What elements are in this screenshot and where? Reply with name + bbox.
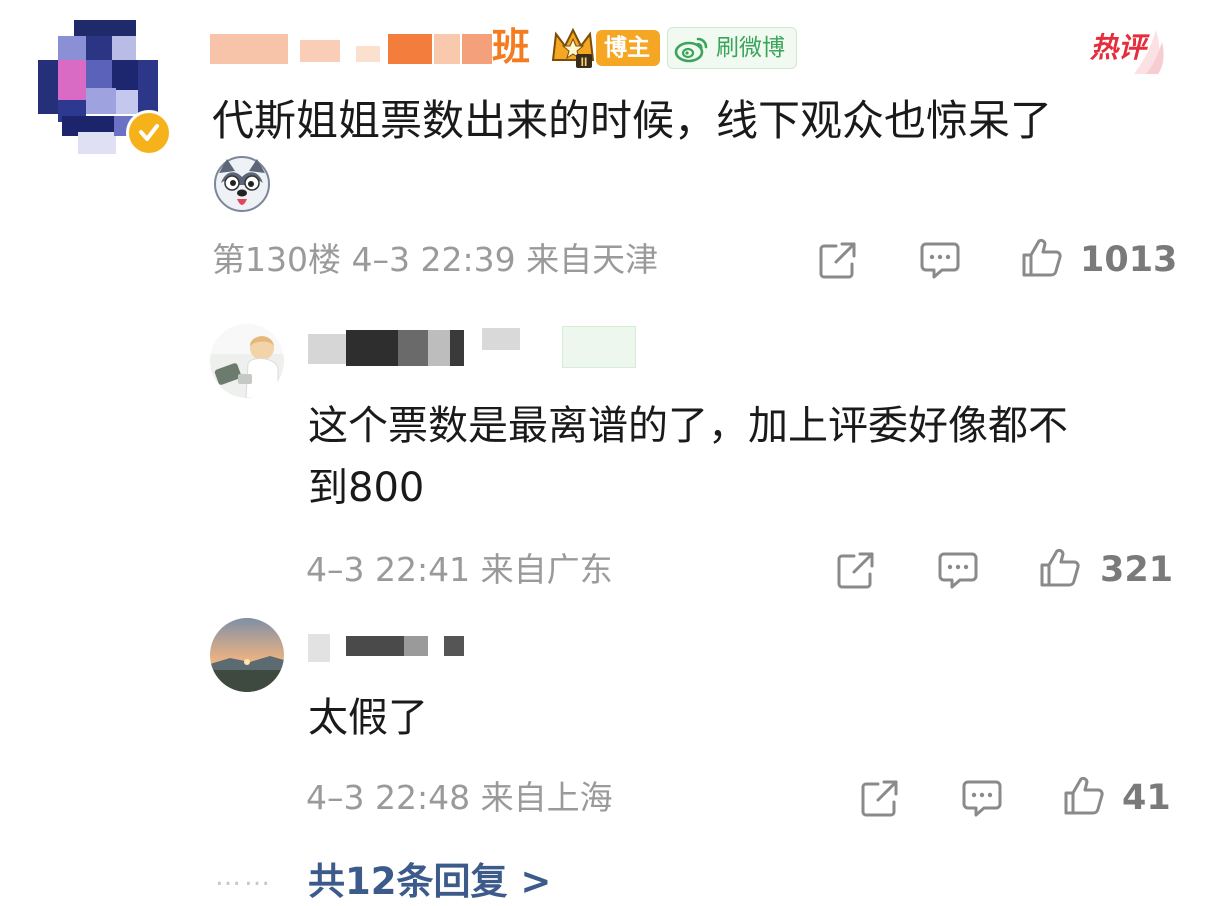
share-icon[interactable]: [858, 776, 902, 820]
username-redacted: [482, 328, 520, 350]
blogger-badge: 博主: [596, 30, 660, 66]
verified-icon: [126, 110, 172, 156]
comment-meta: 第130楼 4–3 22:39 来自天津: [212, 238, 658, 282]
reply-text-line1: 太假了: [308, 695, 428, 741]
comment-time: 4–3 22:39: [351, 240, 516, 279]
hot-comment-label: 热评: [1090, 31, 1147, 64]
weibo-chip-redacted: [562, 326, 636, 368]
like-count: 321: [1100, 550, 1174, 590]
username-redacted[interactable]: [308, 634, 330, 662]
username-redacted: [434, 34, 460, 64]
share-icon[interactable]: [816, 238, 860, 282]
username-redacted: [346, 636, 404, 656]
username-redacted: [404, 636, 428, 656]
username-redacted: [444, 636, 464, 656]
username-redacted: [388, 34, 432, 64]
more-replies-dots: ……: [215, 862, 273, 892]
username-redacted: [428, 330, 450, 366]
weibo-chip-label: 刷微博: [716, 35, 785, 61]
username-suffix[interactable]: 班: [492, 22, 530, 72]
comment-icon[interactable]: [918, 238, 962, 282]
reply-time: 4–3 22:41: [306, 550, 471, 589]
comment-text: 代斯姐姐票数出来的时候，线下观众也惊呆了: [212, 96, 1053, 145]
weibo-icon: [674, 33, 710, 69]
username-redacted: [346, 330, 398, 366]
reply-time: 4–3 22:48: [306, 778, 471, 817]
username-redacted[interactable]: [210, 34, 288, 64]
reply-text-line2: 到800: [308, 465, 425, 511]
floor-number: 第130楼: [212, 240, 341, 279]
username-redacted: [462, 34, 492, 64]
share-icon[interactable]: [834, 548, 878, 592]
username-redacted: [450, 330, 464, 366]
reply-text-line1: 这个票数是最离谱的了，加上评委好像都不: [308, 403, 1068, 449]
username-redacted: [300, 40, 340, 62]
like-icon[interactable]: [1038, 546, 1082, 590]
username-redacted: [398, 330, 428, 366]
like-icon[interactable]: [1062, 774, 1106, 818]
username-redacted[interactable]: [308, 334, 348, 364]
reply-location: 来自上海: [480, 778, 613, 817]
comment-icon[interactable]: [936, 548, 980, 592]
crown-icon: II: [548, 26, 598, 70]
like-count: 41: [1122, 778, 1171, 818]
comment-location: 来自天津: [526, 240, 659, 279]
username-redacted: [356, 46, 380, 62]
avatar[interactable]: [210, 324, 284, 398]
reply-meta: 4–3 22:41 来自广东: [306, 548, 613, 592]
avatar[interactable]: [210, 618, 284, 692]
more-replies-link[interactable]: 共12条回复 >: [308, 858, 551, 906]
svg-text:II: II: [581, 55, 588, 69]
comment-icon[interactable]: [960, 776, 1004, 820]
like-icon[interactable]: [1020, 236, 1064, 280]
reply-meta: 4–3 22:48 来自上海: [306, 776, 613, 820]
weibo-chip[interactable]: 刷微博: [667, 27, 797, 69]
husky-emoji-icon: [213, 155, 271, 213]
hot-comment-badge: 热评: [1086, 20, 1166, 76]
like-count: 1013: [1080, 240, 1178, 280]
reply-location: 来自广东: [480, 550, 613, 589]
